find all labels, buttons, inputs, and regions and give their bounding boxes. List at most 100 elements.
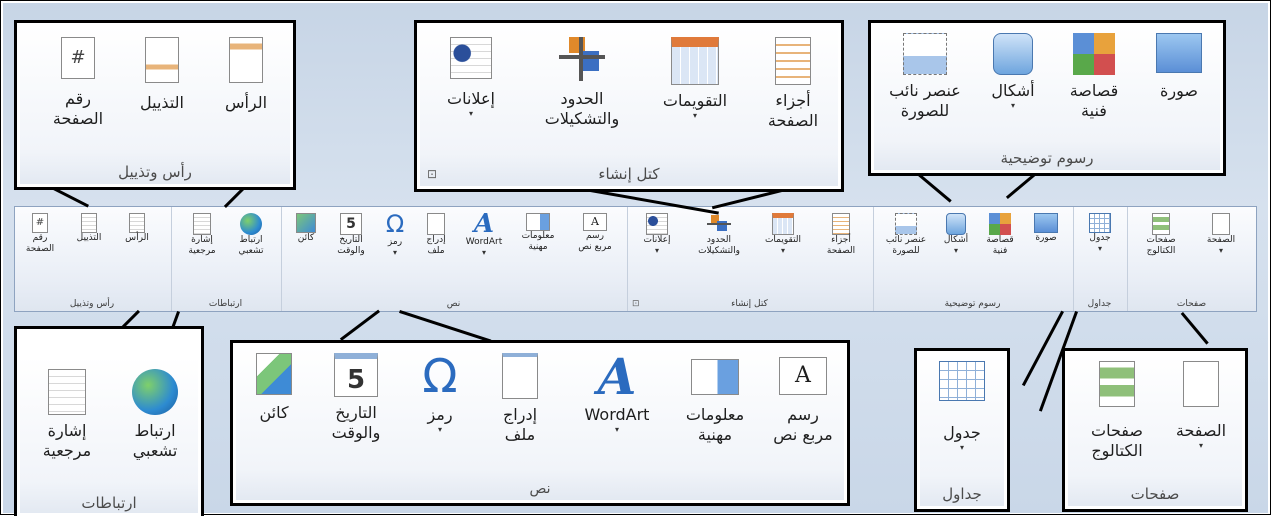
calendars-button-small[interactable]: التقويمات ▾ <box>756 213 810 256</box>
quick-parts-button-small[interactable]: معلومات مهنية <box>512 213 564 254</box>
wordart-button-small[interactable]: A WordArt ▾ <box>460 211 508 258</box>
picture-button[interactable]: صورة <box>1139 33 1219 101</box>
picture-placeholder-label-2: للصورة <box>892 246 920 257</box>
page-button-small[interactable]: الصفحة ▾ <box>1194 213 1248 256</box>
group-title-header-footer: رأس وتذييل <box>69 299 115 309</box>
header-button[interactable]: الرأس <box>207 37 285 113</box>
page-parts-icon <box>832 213 850 235</box>
chevron-down-icon: ▾ <box>392 248 397 258</box>
page-number-button-small[interactable]: # رقم الصفحة <box>19 213 61 256</box>
symbol-label: رمز <box>387 237 403 247</box>
borders-accents-label-2: والتشكيلات <box>544 109 620 128</box>
group-pages: صفحات الكتالوج الصفحة ▾ صفحات <box>1127 207 1255 311</box>
shapes-label: أشكال <box>943 235 969 245</box>
clip-art-button-small[interactable]: قصاصة فنية <box>978 213 1022 258</box>
chevron-down-icon: ▾ <box>437 425 442 434</box>
datetime-button[interactable]: 5 التاريخ والوقت <box>313 353 399 443</box>
datetime-button-small[interactable]: 5 التاريخ والوقت <box>328 213 374 258</box>
bookmark-button[interactable]: إشارة مرجعية <box>27 369 107 461</box>
quick-parts-icon <box>526 213 550 231</box>
picture-label: صورة <box>1035 233 1057 243</box>
page-number-label-1: رقم <box>32 233 48 243</box>
table-button-small[interactable]: جدول ▾ <box>1078 213 1122 254</box>
table-icon <box>1089 213 1111 233</box>
clip-art-button[interactable]: قصاصة فنية <box>1053 33 1135 121</box>
quick-parts-button[interactable]: معلومات مهنية <box>671 353 759 445</box>
page-parts-icon <box>775 37 811 85</box>
catalog-pages-button-small[interactable]: صفحات الكتالوج <box>1134 213 1188 258</box>
object-button[interactable]: كائن <box>243 353 305 423</box>
insert-file-label-1: إدراج <box>426 235 446 245</box>
callout-title-pages: صفحات <box>1130 485 1180 503</box>
group-links: إشارة مرجعية ارتباط تشعبي ارتباطات <box>171 207 279 311</box>
footer-icon <box>81 213 97 233</box>
header-button-small[interactable]: الرأس <box>115 213 159 244</box>
insert-file-button-small[interactable]: إدراج ملف <box>416 213 456 258</box>
wordart-button[interactable]: A WordArt ▾ <box>567 351 667 435</box>
advertisements-icon <box>450 37 492 79</box>
text-box-button-small[interactable]: A رسم مربع نص <box>568 213 622 254</box>
header-icon <box>229 37 263 83</box>
borders-accents-label-1: الحدود <box>560 89 604 108</box>
page-parts-button[interactable]: أجزاء الصفحة <box>747 37 839 131</box>
object-button-small[interactable]: كائن <box>288 213 324 244</box>
callout-title-building-blocks: كتل إنشاء <box>598 165 660 183</box>
callout-pages: صفحات الكتالوج الصفحة ▾ صفحات <box>1062 348 1248 512</box>
text-box-button[interactable]: A رسم مربع نص <box>763 353 843 445</box>
calendars-button[interactable]: التقويمات ▾ <box>649 37 741 121</box>
borders-accents-label-1: الحدود <box>706 235 732 245</box>
clip-art-icon <box>989 213 1011 235</box>
quick-parts-label-1: معلومات <box>521 231 555 241</box>
borders-accents-button[interactable]: الحدود والتشكيلات <box>517 37 647 129</box>
calendar-clock-icon: 5 <box>334 353 378 397</box>
calendars-label: التقويمات <box>764 235 802 245</box>
bookmark-icon <box>48 369 86 415</box>
clip-art-label-1: قصاصة <box>986 235 1014 245</box>
picture-placeholder-label-1: عنصر نائب <box>885 235 927 245</box>
page-parts-button-small[interactable]: أجزاء الصفحة <box>814 213 868 258</box>
table-label: جدول <box>1089 233 1111 243</box>
hyperlink-button-small[interactable]: ارتباط تشعبي <box>228 213 274 258</box>
hyperlink-label-1: ارتباط <box>239 235 263 245</box>
group-building-blocks: إعلانات ▾ الحدود والتشكيلات التقويمات ▾ … <box>627 207 871 311</box>
callout-text: كائن 5 التاريخ والوقت Ω رمز ▾ إدراج ملف … <box>230 340 850 506</box>
catalog-pages-button[interactable]: صفحات الكتالوج <box>1075 361 1159 461</box>
insert-file-button[interactable]: إدراج ملف <box>481 353 559 445</box>
calendar-clock-icon: 5 <box>340 213 362 235</box>
hyperlink-button[interactable]: ارتباط تشعبي <box>113 369 197 461</box>
picture-button-small[interactable]: صورة <box>1024 213 1068 244</box>
page-number-button[interactable]: # رقم الصفحة <box>39 37 117 129</box>
blank-page-icon <box>1183 361 1219 407</box>
callout-links: إشارة مرجعية ارتباط تشعبي ارتباطات <box>14 326 204 516</box>
table-button[interactable]: جدول ▾ <box>925 361 999 453</box>
chevron-down-icon: ▾ <box>468 109 473 118</box>
shapes-button[interactable]: أشكال ▾ <box>979 33 1047 111</box>
text-box-label-1: رسم <box>787 405 819 424</box>
footer-button[interactable]: التذييل <box>123 37 201 113</box>
bookmark-button-small[interactable]: إشارة مرجعية <box>180 213 224 258</box>
text-box-label-2: مربع نص <box>578 242 612 253</box>
group-tables: جدول ▾ جداول <box>1073 207 1125 311</box>
advertisements-button[interactable]: إعلانات ▾ <box>429 37 513 119</box>
footer-button-small[interactable]: التذييل <box>67 213 111 244</box>
symbol-button-small[interactable]: Ω رمز ▾ <box>378 211 412 258</box>
catalog-pages-label-1: صفحات <box>1091 421 1143 440</box>
group-title-tables: جداول <box>1087 299 1112 309</box>
object-label: كائن <box>259 403 289 422</box>
picture-placeholder-button-small[interactable]: عنصر نائب للصورة <box>878 213 934 258</box>
advertisements-button-small[interactable]: إعلانات ▾ <box>634 213 680 256</box>
group-title-pages: صفحات <box>1176 299 1207 309</box>
picture-icon <box>1156 33 1202 73</box>
page-button[interactable]: الصفحة ▾ <box>1161 361 1241 451</box>
shapes-button-small[interactable]: أشكال ▾ <box>936 213 976 256</box>
picture-placeholder-button[interactable]: عنصر نائب للصورة <box>877 33 973 121</box>
chevron-down-icon: ▾ <box>780 246 785 256</box>
text-box-icon: A <box>779 357 827 395</box>
chevron-down-icon: ▾ <box>1198 441 1203 450</box>
chevron-down-icon: ▾ <box>959 443 964 452</box>
clip-art-icon <box>1073 33 1115 75</box>
borders-accents-button-small[interactable]: الحدود والتشكيلات <box>686 213 752 258</box>
shapes-icon <box>946 213 966 235</box>
advertisements-icon <box>646 213 668 235</box>
symbol-button[interactable]: Ω رمز ▾ <box>407 351 473 435</box>
